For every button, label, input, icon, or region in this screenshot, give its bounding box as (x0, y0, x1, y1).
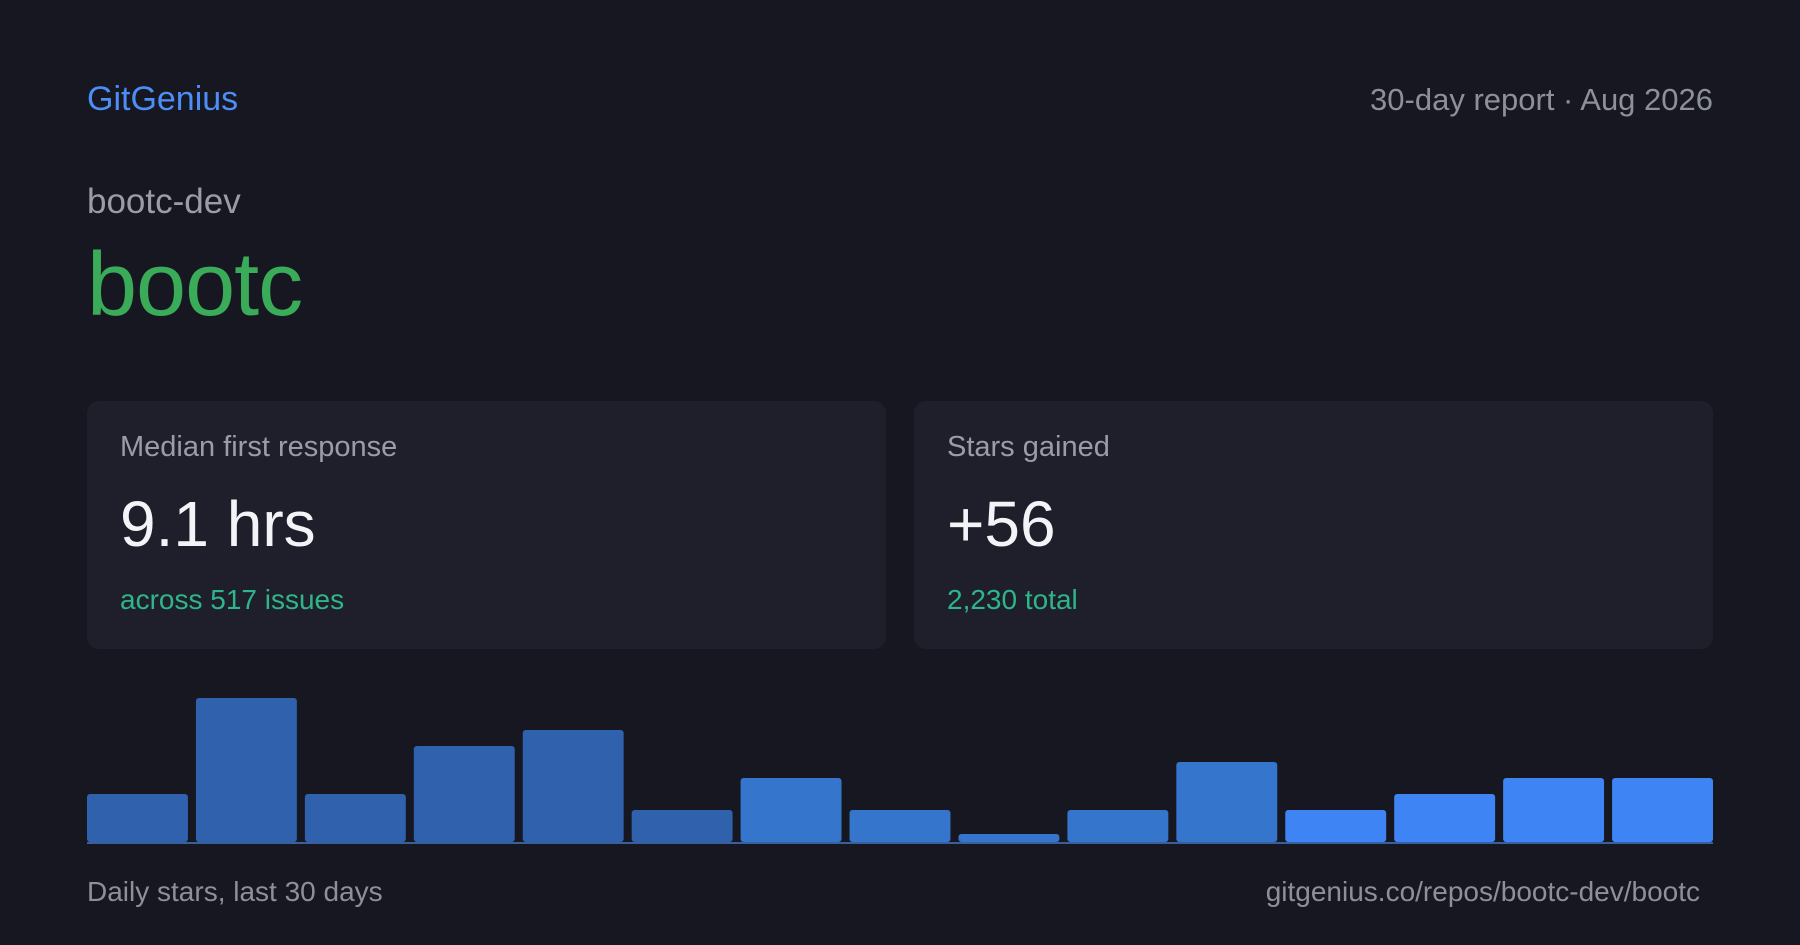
chart-bar (1394, 794, 1496, 842)
repo-name[interactable]: bootc (87, 240, 303, 330)
chart-bar (631, 810, 733, 842)
chart-bar (1067, 810, 1169, 842)
stars-gained-label: Stars gained (947, 431, 1110, 463)
report-period: 30-day report · Aug 2026 (1370, 82, 1713, 117)
chart-bar (522, 730, 624, 842)
chart-bar (1176, 762, 1278, 842)
chart-bar (849, 810, 951, 842)
median-response-value: 9.1 hrs (120, 488, 316, 560)
repo-url[interactable]: gitgenius.co/repos/bootc-dev/bootc (1266, 876, 1700, 908)
stars-gained-card: Stars gained +56 2,230 total (914, 401, 1713, 649)
chart-bar (304, 794, 406, 842)
brand-logo[interactable]: GitGenius (87, 80, 238, 119)
chart-bar (1285, 810, 1387, 842)
stars-total: 2,230 total (947, 584, 1078, 615)
chart-bar (195, 698, 297, 842)
chart-bar (1612, 778, 1713, 842)
median-response-sub: across 517 issues (120, 584, 345, 615)
chart-bar (958, 834, 1060, 842)
repo-owner[interactable]: bootc-dev (87, 182, 241, 222)
chart-caption: Daily stars, last 30 days (87, 876, 383, 907)
stars-gained-value: +56 (947, 488, 1056, 560)
chart-baseline (87, 842, 1713, 844)
daily-stars-chart (87, 698, 1713, 844)
median-response-card: Median first response 9.1 hrs across 517… (87, 401, 886, 649)
median-response-label: Median first response (120, 431, 398, 463)
chart-bar (413, 746, 515, 842)
chart-bar (87, 794, 188, 842)
chart-bar (1503, 778, 1605, 842)
chart-bar (740, 778, 842, 842)
